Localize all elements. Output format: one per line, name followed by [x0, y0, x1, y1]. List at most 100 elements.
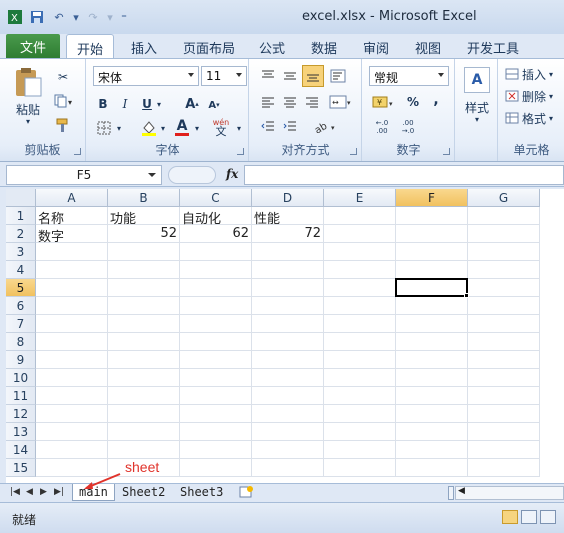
cell-d4[interactable]: [252, 261, 324, 279]
cell-g1[interactable]: [468, 207, 540, 225]
cell-a10[interactable]: [36, 369, 108, 387]
tab-home[interactable]: 开始: [66, 34, 115, 59]
cell-g13[interactable]: [468, 423, 540, 441]
row-header-6[interactable]: 6: [6, 297, 36, 315]
row-header-12[interactable]: 12: [6, 405, 36, 423]
cell-f13[interactable]: [396, 423, 468, 441]
cell-a5[interactable]: [36, 279, 108, 297]
cell-d1[interactable]: 性能: [252, 207, 324, 227]
currency-icon[interactable]: ¥ ▾: [371, 93, 397, 111]
excel-logo-icon[interactable]: X: [6, 8, 24, 26]
tab-page-layout[interactable]: 页面布局: [183, 38, 235, 57]
format-painter-icon[interactable]: [54, 117, 72, 133]
cell-d11[interactable]: [252, 387, 324, 405]
customize-qat-icon[interactable]: ⁼: [118, 8, 130, 26]
horizontal-scrollbar[interactable]: ◀: [455, 486, 564, 500]
cell-c8[interactable]: [180, 333, 252, 351]
next-sheet-icon[interactable]: ▶: [40, 487, 47, 497]
cell-d5[interactable]: [252, 279, 324, 297]
cell-b1[interactable]: 功能: [108, 207, 180, 227]
fill-color-icon[interactable]: [139, 119, 159, 137]
column-header-d[interactable]: D: [252, 189, 324, 207]
cell-f10[interactable]: [396, 369, 468, 387]
align-top-icon[interactable]: [258, 67, 278, 85]
cell-g15[interactable]: [468, 459, 540, 477]
font-size-select[interactable]: 11: [201, 66, 247, 86]
column-header-c[interactable]: C: [180, 189, 252, 207]
tab-review[interactable]: 审阅: [363, 38, 389, 57]
first-sheet-icon[interactable]: |◀: [10, 487, 20, 497]
comma-button[interactable]: ,: [429, 91, 443, 109]
cell-g14[interactable]: [468, 441, 540, 459]
cell-f12[interactable]: [396, 405, 468, 423]
cell-f6[interactable]: [396, 297, 468, 315]
insert-sheet-icon[interactable]: [232, 484, 258, 501]
cut-icon[interactable]: ✂: [54, 69, 72, 85]
increase-decimal-icon[interactable]: ←.0.00: [371, 117, 393, 137]
decrease-decimal-icon[interactable]: .00 →.0: [397, 117, 419, 137]
tab-formulas[interactable]: 公式: [259, 38, 285, 57]
row-header-11[interactable]: 11: [6, 387, 36, 405]
border-icon[interactable]: [95, 119, 113, 137]
cell-b5[interactable]: [108, 279, 180, 297]
cell-e13[interactable]: [324, 423, 396, 441]
align-center-icon[interactable]: [280, 93, 300, 111]
cell-e12[interactable]: [324, 405, 396, 423]
styles-icon[interactable]: A: [464, 67, 490, 93]
cell-d15[interactable]: [252, 459, 324, 477]
cell-g6[interactable]: [468, 297, 540, 315]
decrease-indent-icon[interactable]: [258, 117, 278, 135]
align-bottom-icon[interactable]: [302, 65, 324, 87]
delete-cells-button[interactable]: 删除 ▾: [505, 87, 563, 105]
select-all-corner[interactable]: [6, 189, 36, 207]
cell-e6[interactable]: [324, 297, 396, 315]
cell-c4[interactable]: [180, 261, 252, 279]
cell-c1[interactable]: 自动化: [180, 207, 252, 227]
column-header-b[interactable]: B: [108, 189, 180, 207]
cell-e2[interactable]: [324, 225, 396, 243]
undo-icon[interactable]: ↶: [50, 8, 68, 26]
border-dropdown-icon[interactable]: ▾: [115, 119, 123, 137]
cell-a2[interactable]: 数字: [36, 225, 108, 245]
align-middle-icon[interactable]: [280, 67, 300, 85]
row-header-5[interactable]: 5: [6, 279, 36, 297]
paste-icon[interactable]: [10, 65, 46, 99]
align-left-icon[interactable]: [258, 93, 278, 111]
cell-g10[interactable]: [468, 369, 540, 387]
cell-e14[interactable]: [324, 441, 396, 459]
page-layout-view-icon[interactable]: [521, 510, 537, 524]
cell-f9[interactable]: [396, 351, 468, 369]
font-color-button[interactable]: A: [173, 117, 191, 137]
percent-button[interactable]: %: [405, 93, 421, 111]
cell-b11[interactable]: [108, 387, 180, 405]
normal-view-icon[interactable]: [502, 510, 518, 524]
cell-d7[interactable]: [252, 315, 324, 333]
cell-f2[interactable]: [396, 225, 468, 243]
cell-e7[interactable]: [324, 315, 396, 333]
cell-e11[interactable]: [324, 387, 396, 405]
row-header-10[interactable]: 10: [6, 369, 36, 387]
tab-split-handle[interactable]: [448, 486, 454, 500]
cell-g5[interactable]: [468, 279, 540, 297]
cell-g7[interactable]: [468, 315, 540, 333]
cell-b10[interactable]: [108, 369, 180, 387]
cell-g3[interactable]: [468, 243, 540, 261]
cell-c13[interactable]: [180, 423, 252, 441]
row-header-8[interactable]: 8: [6, 333, 36, 351]
cell-d12[interactable]: [252, 405, 324, 423]
chevron-down-icon[interactable]: [148, 173, 156, 177]
row-header-15[interactable]: 15: [6, 459, 36, 477]
row-header-2[interactable]: 2: [6, 225, 36, 243]
cell-d10[interactable]: [252, 369, 324, 387]
fill-color-dropdown-icon[interactable]: ▾: [159, 119, 167, 137]
cell-a12[interactable]: [36, 405, 108, 423]
cell-e1[interactable]: [324, 207, 396, 225]
copy-icon[interactable]: ▾: [52, 93, 76, 109]
tab-file[interactable]: 文件: [6, 34, 60, 58]
paste-button[interactable]: 粘贴: [12, 101, 44, 118]
cell-d2[interactable]: 72: [252, 225, 324, 243]
cell-b4[interactable]: [108, 261, 180, 279]
insert-cells-button[interactable]: 插入 ▾: [505, 65, 563, 83]
paste-dropdown-icon[interactable]: ▾: [24, 117, 32, 126]
cell-a14[interactable]: [36, 441, 108, 459]
